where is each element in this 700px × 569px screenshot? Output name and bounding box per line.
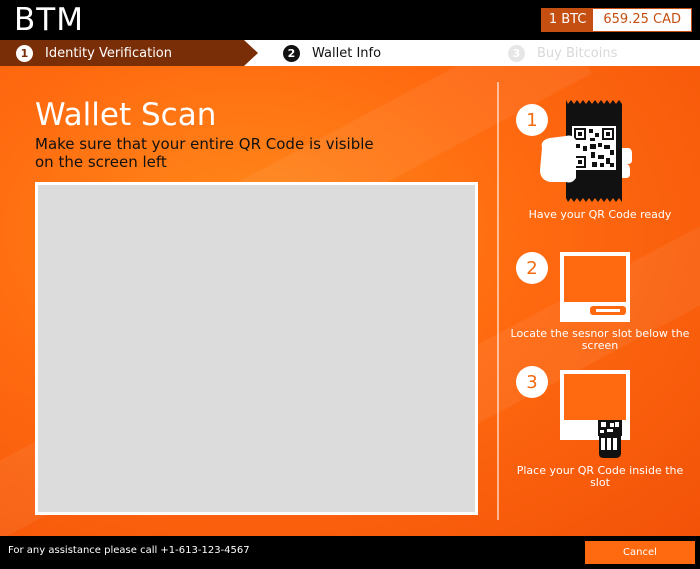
divider bbox=[497, 82, 499, 520]
price-ticker: 1 BTC 659.25 CAD bbox=[540, 8, 692, 32]
instruction-number: 3 bbox=[516, 366, 548, 398]
page-subtitle: Make sure that your entire QR Code is vi… bbox=[35, 135, 374, 171]
main-panel: Wallet Scan Make sure that your entire Q… bbox=[0, 66, 700, 536]
step-buy-bitcoins: 3 Buy Bitcoins bbox=[508, 40, 617, 66]
price-unit: 1 BTC bbox=[541, 9, 594, 31]
page-title: Wallet Scan bbox=[35, 97, 217, 133]
footer-bar: For any assistance please call +1-613-12… bbox=[0, 536, 700, 569]
instruction-step-3: 3 Place your QR Code inside the slot bbox=[510, 66, 690, 496]
logo: BTM bbox=[14, 2, 84, 38]
step-label: Buy Bitcoins bbox=[537, 45, 618, 61]
step-label: Wallet Info bbox=[312, 45, 382, 61]
header-bar: BTM 1 BTC 659.25 CAD bbox=[0, 0, 700, 40]
step-number: 1 bbox=[16, 44, 33, 62]
place-qr-in-slot-icon bbox=[560, 370, 630, 458]
step-number: 2 bbox=[283, 44, 300, 62]
step-wallet-info: 2 Wallet Info bbox=[283, 40, 381, 66]
step-identity-verification: 1 Identity Verification bbox=[16, 40, 172, 66]
assistance-text: For any assistance please call +1-613-12… bbox=[8, 545, 250, 556]
instruction-text: Place your QR Code inside the slot bbox=[516, 464, 684, 489]
progress-steps: 1 Identity Verification 2 Wallet Info 3 … bbox=[0, 40, 700, 66]
step-number: 3 bbox=[508, 44, 525, 62]
cancel-button[interactable]: Cancel bbox=[585, 541, 695, 564]
step-label: Identity Verification bbox=[45, 45, 172, 61]
price-value: 659.25 CAD bbox=[593, 9, 691, 31]
qr-camera-preview bbox=[35, 182, 478, 515]
